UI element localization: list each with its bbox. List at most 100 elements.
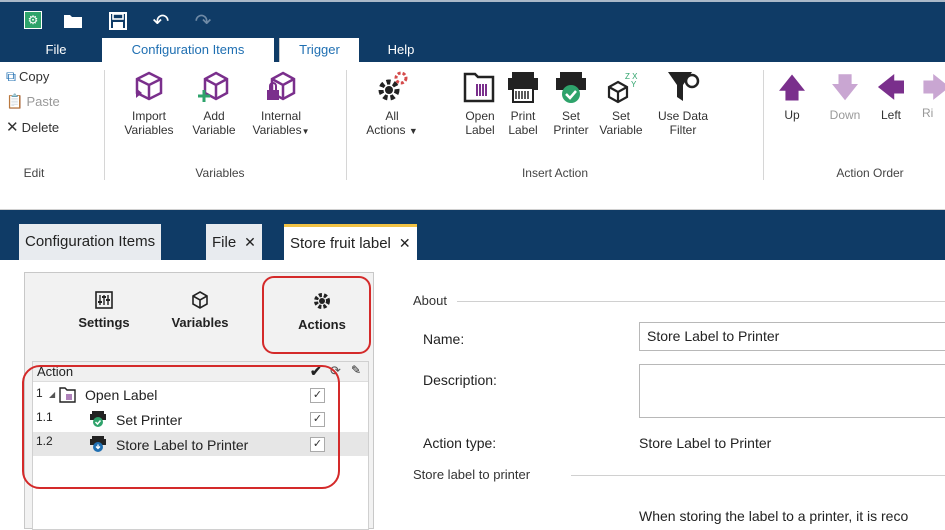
- tab-store-fruit-label[interactable]: Store fruit label ✕: [284, 224, 417, 260]
- set-variable-icon: Z XY: [594, 70, 648, 107]
- add-variable-label-2: Variable: [192, 123, 236, 137]
- print-label-label-1: Print: [510, 109, 536, 123]
- tab-configuration-items[interactable]: Configuration Items: [19, 224, 162, 260]
- actions-highlight: [262, 276, 371, 354]
- internal-variables-label-1: Internal: [260, 109, 302, 123]
- arrow-down-icon: 🡇: [830, 72, 860, 103]
- section-divider: [457, 301, 945, 302]
- name-field[interactable]: Store Label to Printer: [639, 322, 945, 351]
- move-right-label: Ri: [922, 106, 934, 120]
- copy-icon: ⧉: [6, 68, 16, 84]
- edit-group-label: Edit: [23, 166, 45, 180]
- set-variable-button[interactable]: Z XY Set Variable: [594, 70, 648, 137]
- move-right-button: 🡆 Ri: [922, 70, 945, 120]
- arrow-up-icon: 🡅: [777, 72, 807, 103]
- add-variable-button[interactable]: Add Variable: [186, 70, 242, 137]
- action-list-highlight: [22, 365, 340, 489]
- all-actions-button[interactable]: All Actions ▼: [364, 70, 420, 138]
- use-data-filter-label-2: Filter: [669, 123, 697, 137]
- internal-variables-button[interactable]: Internal Variables▼: [246, 70, 316, 139]
- set-printer-label-1: Set: [561, 109, 580, 123]
- delete-button[interactable]: ✕ Delete: [6, 118, 59, 136]
- redo-icon: ↷: [194, 10, 212, 33]
- section-divider: [571, 475, 945, 476]
- variables-tab[interactable]: Variables: [160, 291, 240, 330]
- delete-icon: ✕: [6, 119, 19, 136]
- settings-icon: [95, 291, 113, 309]
- print-label-icon: [503, 70, 543, 107]
- description-field[interactable]: [639, 364, 945, 418]
- paste-icon: 📋: [6, 93, 24, 109]
- open-folder-icon[interactable]: [62, 11, 84, 31]
- action-order-group-label: Action Order: [836, 166, 904, 180]
- set-printer-icon: [548, 70, 594, 107]
- separator: [104, 70, 105, 180]
- close-icon[interactable]: ✕: [244, 234, 256, 250]
- store-label-section-title: Store label to printer: [413, 467, 531, 482]
- add-variable-icon: [186, 70, 242, 107]
- insert-action-group-label: Insert Action: [521, 166, 589, 180]
- move-left-button[interactable]: 🡄 Left: [874, 70, 908, 122]
- paste-label: Paste: [26, 94, 60, 109]
- settings-label: Settings: [78, 315, 130, 330]
- name-label: Name:: [423, 331, 465, 347]
- name-value: Store Label to Printer: [647, 328, 780, 344]
- app-icon[interactable]: ⚙: [24, 11, 42, 29]
- internal-variables-label-2: Variables: [252, 123, 302, 137]
- ribbon: ⧉ Copy 📋 Paste ✕ Delete Edit Import Vari…: [0, 62, 945, 210]
- print-label-label-2: Label: [508, 123, 538, 137]
- internal-variables-icon: [246, 70, 316, 107]
- copy-button[interactable]: ⧉ Copy: [6, 68, 49, 85]
- delete-label: Delete: [21, 119, 60, 135]
- variables-label: Variables: [171, 315, 229, 330]
- save-icon[interactable]: [107, 11, 129, 31]
- menu-configuration-items[interactable]: Configuration Items: [102, 38, 274, 62]
- all-actions-label-2: Actions: [366, 123, 406, 137]
- set-printer-label-2: Printer: [553, 123, 589, 137]
- about-section-title: About: [413, 293, 447, 308]
- set-printer-button[interactable]: Set Printer: [548, 70, 594, 137]
- move-up-button[interactable]: 🡅 Up: [775, 70, 809, 122]
- use-data-filter-button[interactable]: Use Data Filter: [652, 70, 714, 137]
- add-variable-label-1: Add: [203, 109, 225, 123]
- move-left-label: Left: [880, 108, 901, 122]
- move-down-label: Down: [829, 108, 861, 122]
- import-variables-icon: [117, 70, 181, 107]
- import-variables-button[interactable]: Import Variables: [117, 70, 181, 137]
- variables-group-label: Variables: [195, 166, 245, 180]
- menu-trigger[interactable]: Trigger: [279, 38, 359, 62]
- description-label: Description:: [423, 372, 497, 388]
- variables-icon: [191, 291, 209, 309]
- settings-tab[interactable]: Settings: [69, 291, 139, 330]
- menu-help[interactable]: Help: [376, 38, 426, 62]
- arrow-left-icon: 🡄: [876, 72, 906, 103]
- svg-text:Y: Y: [631, 80, 637, 89]
- action-type-label: Action type:: [423, 435, 497, 451]
- info-text: When storing the label to a printer, it …: [639, 508, 909, 524]
- tab-file[interactable]: File ✕: [206, 224, 262, 260]
- use-data-filter-label-1: Use Data: [657, 109, 709, 123]
- action-type-value: Store Label to Printer: [639, 435, 772, 451]
- menu-file[interactable]: File: [34, 38, 78, 62]
- undo-icon[interactable]: ↶: [150, 11, 172, 33]
- all-actions-label-1: All: [385, 109, 399, 123]
- import-variables-label-2: Variables: [124, 123, 174, 137]
- title-bar: ⚙ ↶ ↷: [0, 0, 945, 38]
- open-label-button[interactable]: Open Label: [460, 70, 500, 137]
- tab-label: Configuration Items: [25, 233, 156, 250]
- close-icon[interactable]: ✕: [399, 235, 411, 251]
- all-actions-icon: [364, 70, 420, 107]
- move-up-label: Up: [784, 108, 800, 122]
- data-filter-icon: [652, 70, 714, 107]
- open-label-label-2: Label: [465, 123, 495, 137]
- arrow-right-icon: 🡆: [922, 72, 945, 103]
- print-label-button[interactable]: Print Label: [503, 70, 543, 137]
- set-variable-label-1: Set: [611, 109, 630, 123]
- copy-label: Copy: [19, 69, 50, 84]
- separator: [346, 70, 347, 180]
- menu-bar: File Configuration Items Trigger Help: [0, 38, 945, 62]
- tab-label: File: [212, 234, 237, 251]
- import-variables-label-1: Import: [131, 109, 166, 123]
- dropdown-arrow-icon: ▼: [301, 127, 310, 136]
- tab-label: Store fruit label: [290, 235, 391, 252]
